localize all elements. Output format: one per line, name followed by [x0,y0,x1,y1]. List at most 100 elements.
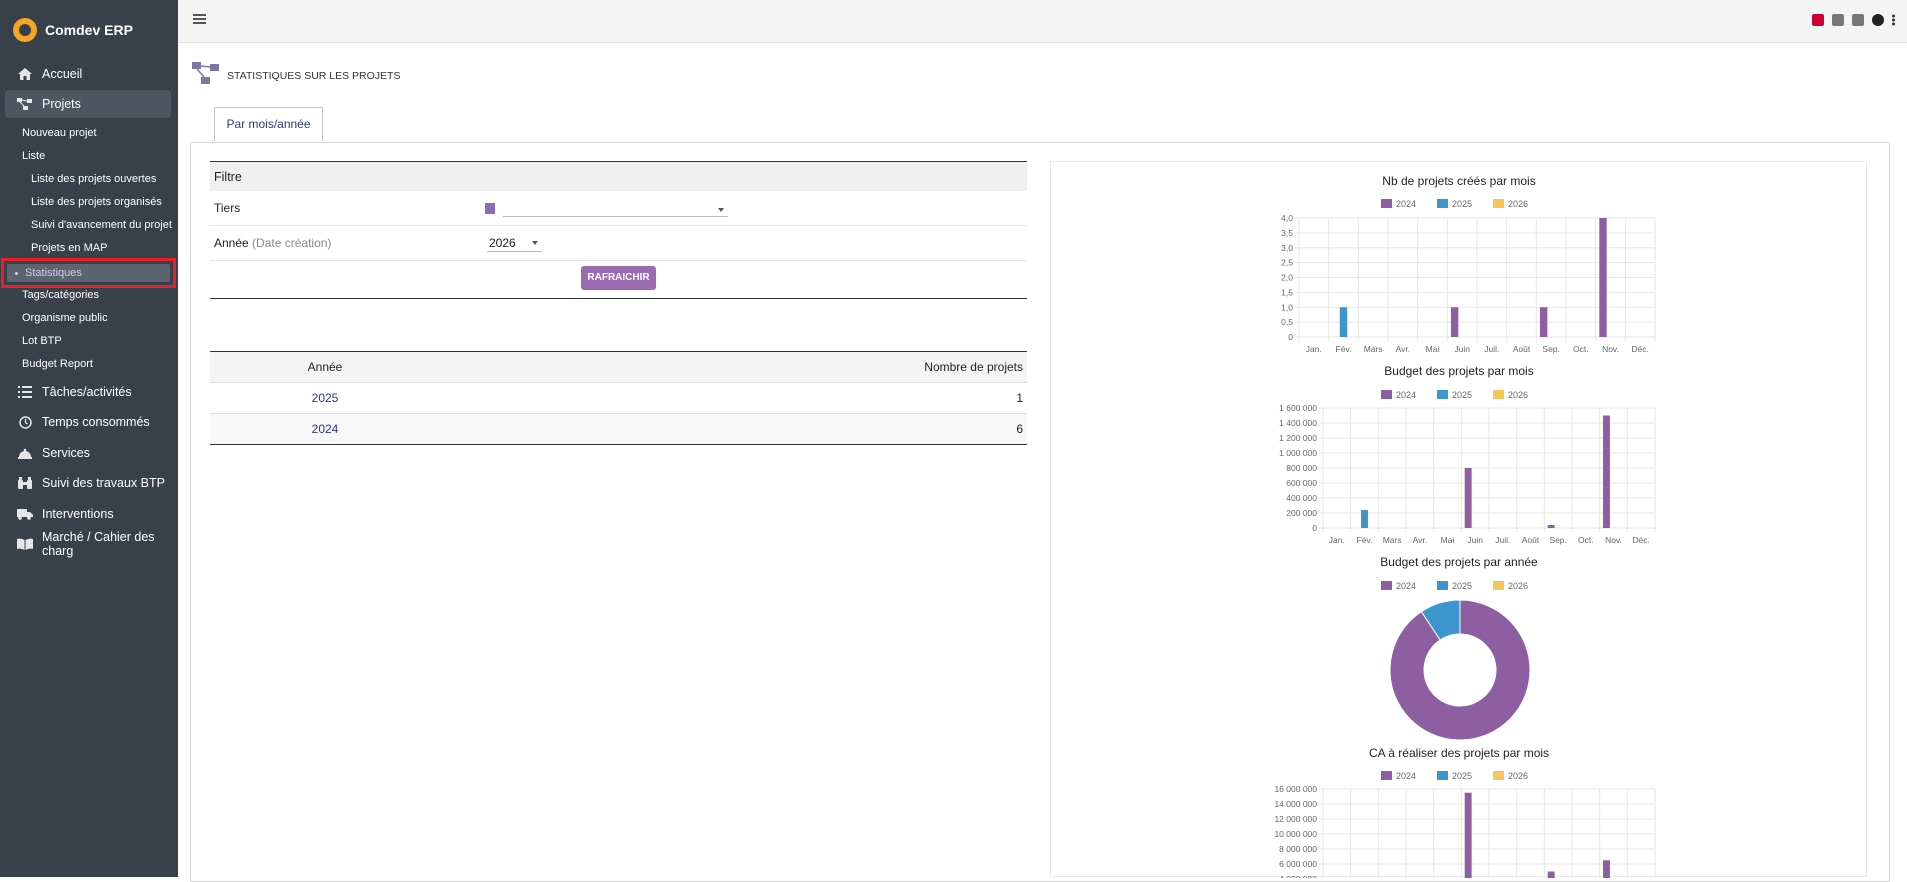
filter-actions: RAFRAICHIR [210,261,1027,299]
y-tick-label: 14 000 000 [1274,799,1317,809]
sidebar-item-label: Services [42,446,90,460]
legend-label: 2025 [1452,199,1472,209]
legend-swatch [1381,581,1392,590]
table-row: 2024 6 [210,413,1027,445]
bar [1450,307,1459,337]
tasks-icon [17,385,33,399]
y-tick-label: 1 200 000 [1279,433,1317,443]
sidebar-item-suivi-btp[interactable]: Suivi des travaux BTP [5,469,171,497]
avatar[interactable] [1872,14,1884,26]
tab-par-mois-annee[interactable]: Par mois/année [214,107,323,142]
sidebar-item-label: Accueil [42,67,83,81]
sidebar-sub-statistiques[interactable]: Statistiques [7,264,170,282]
home-icon [17,67,33,81]
bar [1464,792,1472,878]
more-options-icon[interactable] [1892,14,1895,26]
x-tick-label: Fév. [1336,344,1352,354]
sidebar-sub-projets-ouvertes[interactable]: Liste des projets ouvertes [31,173,156,185]
chart-title: Nb de projets créés par mois [1382,174,1535,188]
highlight-box: Statistiques [1,258,176,288]
x-tick-label: Nov. [1605,535,1622,545]
x-tick-label: Avr. [1396,344,1411,354]
alert-icon[interactable] [1812,14,1824,26]
sidebar-sub-budget-report[interactable]: Budget Report [22,358,93,370]
legend-label: 2024 [1396,581,1416,591]
column-header-annee: Année [210,351,440,383]
legend-swatch [1381,771,1392,780]
chart-title: Budget des projets par année [1380,555,1538,569]
bar [1599,218,1607,337]
x-tick-label: Nov. [1602,344,1619,354]
x-tick-label: Mars [1364,344,1383,354]
y-tick-label: 0,5 [1281,317,1293,327]
tiers-select[interactable] [503,201,728,217]
filter-row-annee: Année (Date création) 2026 [210,226,1027,261]
y-tick-label: 16 000 000 [1274,784,1317,794]
sidebar-item-services[interactable]: Services [5,439,171,467]
trash-icon[interactable] [1852,14,1864,26]
chat-icon[interactable] [1832,14,1844,26]
sidebar-item-taches[interactable]: Tâches/activités [5,378,171,406]
legend-swatch [1437,771,1448,780]
year-link[interactable]: 2024 [210,413,440,445]
brand[interactable]: Comdev ERP [13,18,133,42]
x-tick-label: Fév. [1357,535,1373,545]
sidebar-sub-lot-btp[interactable]: Lot BTP [22,335,62,347]
chart-title: CA à réaliser des projets par mois [1369,746,1549,760]
x-tick-label: Mars [1383,535,1402,545]
sidebar-item-projets[interactable]: Projets [5,90,171,118]
topbar [178,0,1907,43]
sidebar-sub-nouveau-projet[interactable]: Nouveau projet [22,127,97,139]
sidebar-sub-suivi-avancement[interactable]: Suivi d'avancement du projet [31,219,172,231]
y-tick-label: 600 000 [1286,478,1317,488]
sidebar-sub-tags[interactable]: Tags/catégories [22,289,99,301]
x-tick-label: Août [1513,344,1531,354]
y-tick-label: 8 000 000 [1279,844,1317,854]
y-tick-label: 1 000 000 [1279,448,1317,458]
sidebar-item-temps[interactable]: Temps consommés [5,408,171,436]
x-tick-label: Déc. [1631,344,1648,354]
book-icon [17,537,33,551]
y-tick-label: 3,0 [1281,243,1293,253]
refresh-button[interactable]: RAFRAICHIR [581,266,656,290]
project-icon [192,62,219,84]
year-label: Année [214,236,249,250]
chart-title: Budget des projets par mois [1384,364,1533,378]
sidebar-item-marche[interactable]: Marché / Cahier des charg [5,530,171,558]
sidebar-sub-projets-organises[interactable]: Liste des projets organisés [31,196,162,208]
year-select[interactable]: 2026 [487,235,542,252]
y-tick-label: 400 000 [1286,493,1317,503]
x-tick-label: Mai [1441,535,1455,545]
year-link[interactable]: 2025 [210,382,440,414]
x-tick-label: Juil. [1495,535,1510,545]
sidebar-sub-liste[interactable]: Liste [22,150,45,162]
sidebar-item-accueil[interactable]: Accueil [5,60,171,88]
filter-form: Filtre Tiers Année (Date création) 2026 … [210,161,1027,299]
x-tick-label: Juil. [1484,344,1499,354]
legend-swatch [1437,581,1448,590]
sidebar-item-label: Interventions [42,507,114,521]
legend-swatch [1437,390,1448,399]
y-tick-label: 3,5 [1281,228,1293,238]
legend-label: 2026 [1508,390,1528,400]
menu-toggle-icon[interactable] [193,14,206,24]
y-tick-label: 800 000 [1286,463,1317,473]
sidebar-sub-projets-map[interactable]: Projets en MAP [31,242,107,254]
y-tick-label: 1,0 [1281,302,1293,312]
legend-label: 2026 [1508,199,1528,209]
topbar-icons [1812,14,1895,26]
y-tick-label: 2,0 [1281,273,1293,283]
logo-icon [13,18,37,42]
page-title: STATISTIQUES SUR LES PROJETS [227,70,401,82]
table-row: 2025 1 [210,382,1027,414]
y-tick-label: 0 [1288,332,1293,342]
sidebar-sub-organisme-public[interactable]: Organisme public [22,312,108,324]
legend-label: 2026 [1508,581,1528,591]
sidebar-item-interventions[interactable]: Interventions [5,500,171,528]
project-icon [17,97,33,111]
project-count: 1 [440,382,1027,414]
filter-title: Filtre [210,161,1027,191]
project-count: 6 [440,413,1027,445]
projects-per-year-table: Année Nombre de projets 2025 1 2024 6 [210,351,1027,445]
legend-swatch [1493,581,1504,590]
